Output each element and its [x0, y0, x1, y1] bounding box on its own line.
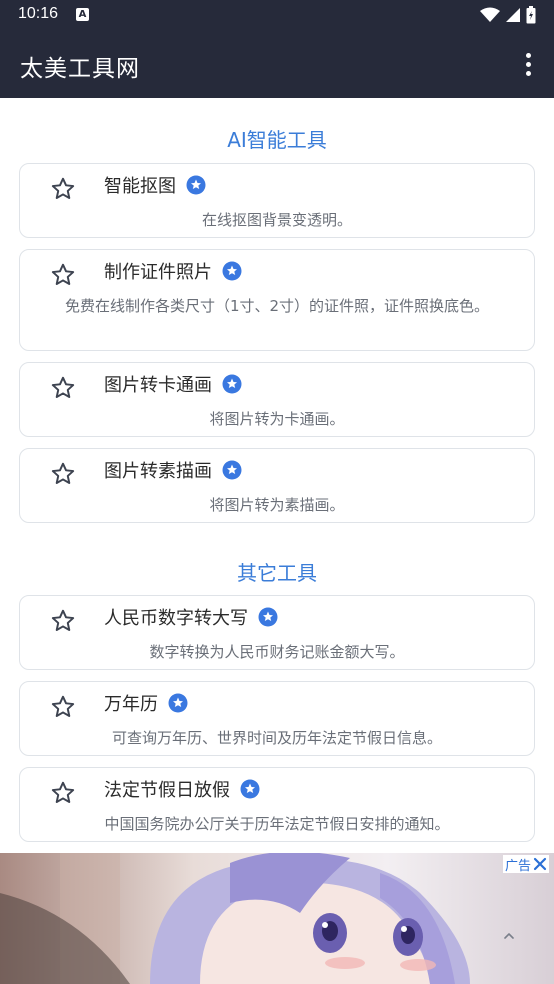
notification-a-icon: A	[76, 8, 89, 21]
status-indicators	[480, 6, 536, 24]
status-time: 10:16	[18, 5, 59, 22]
tool-title: 法定节假日放假	[104, 776, 260, 802]
verified-badge-icon	[222, 374, 242, 394]
verified-badge-icon	[258, 607, 278, 627]
tool-card[interactable]: 智能抠图 在线抠图背景变透明。	[19, 163, 535, 238]
tool-title: 人民币数字转大写	[104, 604, 278, 630]
tool-card[interactable]: 万年历 可查询万年历、世界时间及历年法定节假日信息。	[19, 681, 535, 756]
tool-card[interactable]: 图片转素描画 将图片转为素描画。	[19, 448, 535, 523]
tool-description: 将图片转为卡通画。	[209, 410, 345, 428]
tool-title-text: 制作证件照片	[104, 262, 212, 283]
tool-card[interactable]: 人民币数字转大写 数字转换为人民币财务记账金额大写。	[19, 595, 535, 670]
favorite-star-icon[interactable]	[50, 780, 76, 806]
tool-card[interactable]: 图片转卡通画 将图片转为卡通画。	[19, 362, 535, 437]
more-vertical-icon-dot	[525, 70, 531, 76]
tool-title: 图片转素描画	[104, 457, 242, 483]
ad-banner[interactable]: 广告	[0, 853, 554, 984]
tool-title: 万年历	[104, 690, 188, 716]
tool-description: 中国国务院办公厅关于历年法定节假日安排的通知。	[104, 815, 450, 833]
verified-badge-icon	[240, 779, 260, 799]
chevron-up-icon[interactable]	[502, 929, 516, 943]
tool-title-text: 万年历	[104, 694, 158, 715]
tool-title: 图片转卡通画	[104, 371, 242, 397]
tool-description: 将图片转为素描画。	[209, 496, 345, 514]
wifi-icon	[480, 7, 500, 22]
tool-title: 制作证件照片	[104, 258, 242, 284]
verified-badge-icon	[222, 261, 242, 281]
signal-icon	[506, 8, 520, 22]
ad-image[interactable]	[0, 853, 554, 984]
tool-title-text: 人民币数字转大写	[104, 608, 248, 629]
section-heading-other-tools: 其它工具	[237, 561, 317, 585]
app-bar: 太美工具网	[0, 30, 554, 98]
more-options-button[interactable]	[516, 50, 540, 78]
verified-badge-icon	[222, 460, 242, 480]
favorite-star-icon[interactable]	[50, 262, 76, 288]
tool-description: 数字转换为人民币财务记账金额大写。	[149, 643, 405, 661]
favorite-star-icon[interactable]	[50, 608, 76, 634]
more-vertical-icon	[525, 52, 531, 58]
battery-icon	[526, 6, 536, 24]
tool-card[interactable]: 制作证件照片 免费在线制作各类尺寸（1寸、2寸）的证件照，证件照换底色。	[19, 249, 535, 351]
verified-badge-icon	[186, 175, 206, 195]
verified-badge-icon	[168, 693, 188, 713]
favorite-star-icon[interactable]	[50, 176, 76, 202]
ad-label-text: 广告	[504, 858, 531, 874]
tool-description: 在线抠图背景变透明。	[201, 211, 352, 229]
tool-description: 可查询万年历、世界时间及历年法定节假日信息。	[111, 729, 442, 747]
favorite-star-icon[interactable]	[50, 461, 76, 487]
favorite-star-icon[interactable]	[50, 694, 76, 720]
close-icon[interactable]	[533, 857, 547, 871]
tool-title-text: 智能抠图	[104, 176, 176, 197]
section-heading-ai-tools: AI智能工具	[227, 128, 327, 152]
tool-title: 智能抠图	[104, 172, 206, 198]
tool-card[interactable]: 法定节假日放假 中国国务院办公厅关于历年法定节假日安排的通知。	[19, 767, 535, 842]
app-title: 太美工具网	[20, 56, 140, 82]
ad-label: 广告	[502, 855, 549, 874]
status-bar: 10:16 A	[0, 0, 554, 30]
tool-title-text: 图片转素描画	[104, 461, 212, 482]
tool-title-text: 法定节假日放假	[104, 780, 230, 801]
tool-description: 免费在线制作各类尺寸（1寸、2寸）的证件照，证件照换底色。	[64, 297, 490, 315]
favorite-star-icon[interactable]	[50, 375, 76, 401]
tool-title-text: 图片转卡通画	[104, 375, 212, 396]
more-vertical-icon-dot	[525, 61, 531, 67]
